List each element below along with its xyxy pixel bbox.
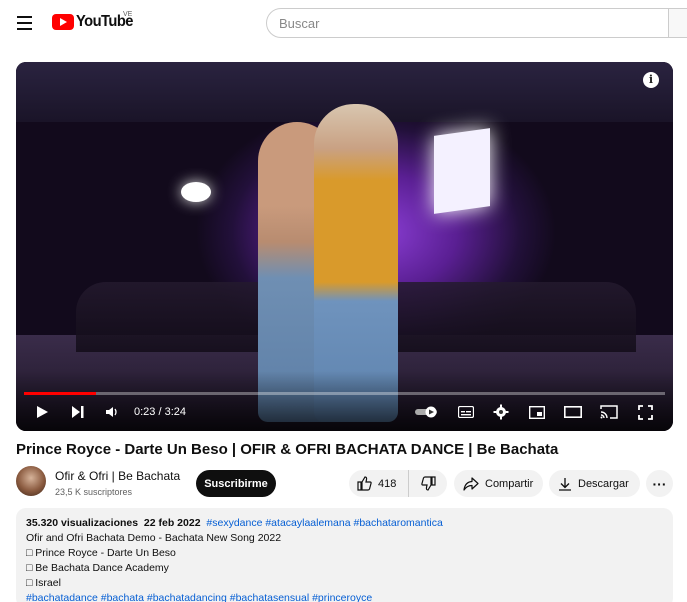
search-button[interactable] xyxy=(668,8,687,38)
description-line: □ Prince Royce - Darte Un Beso xyxy=(26,547,176,559)
description-line: □ Be Bachata Dance Academy xyxy=(26,562,169,574)
video-title: Prince Royce - Darte Un Beso | OFIR & OF… xyxy=(16,441,559,458)
masthead: YouTube VE Buscar xyxy=(0,0,687,46)
cast-icon[interactable] xyxy=(598,401,620,423)
view-count: 35.320 visualizaciones xyxy=(26,517,139,529)
volume-icon[interactable] xyxy=(102,401,122,423)
like-count: 418 xyxy=(378,477,397,490)
share-icon xyxy=(463,476,479,491)
play-icon[interactable] xyxy=(32,401,52,423)
like-button[interactable]: 418 xyxy=(349,470,409,497)
share-button[interactable]: Compartir xyxy=(454,470,543,497)
description-box[interactable]: 35.320 visualizaciones 22 feb 2022 #sexy… xyxy=(16,508,673,602)
share-label: Compartir xyxy=(485,477,534,490)
description-tags[interactable]: #sexydance #atacaylaalemana #bachataroma… xyxy=(206,517,442,529)
download-label: Descargar xyxy=(578,477,629,490)
search-input[interactable]: Buscar xyxy=(266,8,687,38)
progress-bar[interactable] xyxy=(24,392,665,395)
dislike-icon xyxy=(420,476,436,491)
download-icon xyxy=(559,477,571,491)
upload-date: 22 feb 2022 xyxy=(143,517,201,529)
description-meta: 35.320 visualizaciones 22 feb 2022 #sexy… xyxy=(26,516,663,531)
description-line: □ Israel xyxy=(26,577,61,589)
avatar[interactable] xyxy=(16,466,46,496)
dislike-button[interactable] xyxy=(409,470,447,497)
channel-name[interactable]: Ofir & Ofri | Be Bachata xyxy=(55,469,180,483)
next-icon[interactable] xyxy=(68,401,88,423)
menu-icon[interactable] xyxy=(12,10,38,36)
video-player[interactable]: i 0:23 / 3:24 xyxy=(16,62,673,431)
subscribe-button[interactable]: Suscribirme xyxy=(196,470,276,497)
progress-fill xyxy=(24,392,97,395)
download-button[interactable]: Descargar xyxy=(549,470,640,497)
fullscreen-icon[interactable] xyxy=(635,401,655,423)
hashtag-line[interactable]: #bachatadance #bachata #bachatadancing #… xyxy=(26,591,663,602)
miniplayer-icon[interactable] xyxy=(527,401,547,423)
like-icon xyxy=(357,476,372,491)
subtitles-icon[interactable] xyxy=(456,401,476,423)
subscriber-count: 23,5 K suscriptores xyxy=(55,487,133,497)
settings-icon[interactable] xyxy=(491,401,511,423)
info-icon[interactable]: i xyxy=(643,72,659,88)
theater-icon[interactable] xyxy=(562,401,584,423)
country-code: VE xyxy=(123,11,133,18)
more-icon[interactable]: ··· xyxy=(646,470,673,497)
description-line: Ofir and Ofri Bachata Demo - Bachata New… xyxy=(26,532,282,544)
like-dislike-group: 418 xyxy=(349,470,447,497)
youtube-logo-icon xyxy=(52,14,74,30)
time-display: 0:23 / 3:24 xyxy=(134,406,186,418)
autoplay-toggle-icon[interactable] xyxy=(414,401,440,423)
